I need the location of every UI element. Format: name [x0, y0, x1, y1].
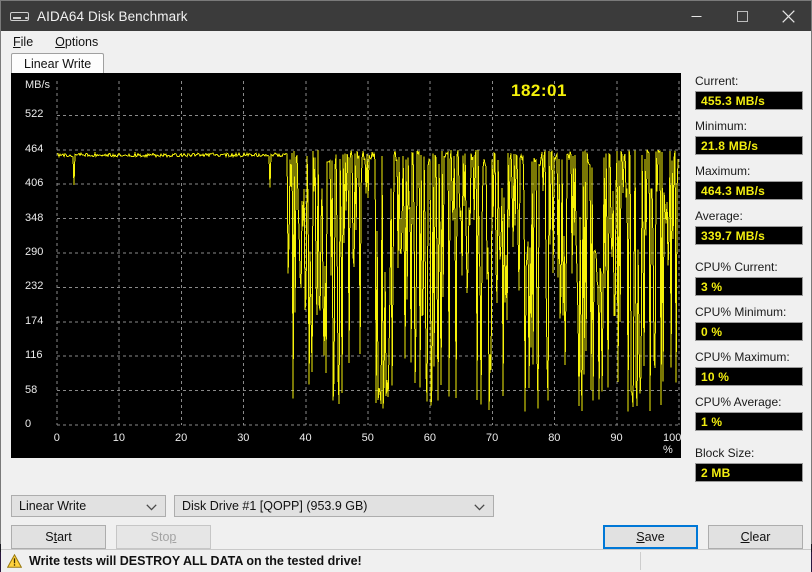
- menu-bar: File Options: [1, 31, 811, 53]
- stat-value-minimum: 21.8 MB/s: [695, 136, 803, 155]
- stat-value-text: 10 %: [701, 369, 730, 384]
- stat-value-cpu-current: 3 %: [695, 277, 803, 296]
- statistics-panel: Current: 455.3 MB/s Minimum: 21.8 MB/s Maxim…: [681, 73, 803, 491]
- save-label-accel: S: [636, 530, 645, 544]
- status-bar: Write tests will DESTROY ALL DATA on the…: [1, 549, 811, 572]
- window-title: AIDA64 Disk Benchmark: [37, 8, 188, 24]
- y-tick-label: 174: [25, 314, 44, 327]
- y-tick-label: 116: [25, 349, 43, 362]
- y-tick-label: 290: [25, 246, 44, 258]
- stat-value-current: 455.3 MB/s: [695, 91, 803, 110]
- disk-drive-dropdown[interactable]: Disk Drive #1 [QOPP] (953.9 GB): [174, 495, 494, 517]
- status-bar-divider: [640, 552, 641, 570]
- stat-label-average: Average:: [695, 209, 743, 223]
- stat-value-block-size: 2 MB: [695, 463, 803, 482]
- y-tick-label: 522: [25, 108, 44, 121]
- selectors-row: Linear Write Disk Drive #1 [QOPP] (953.9…: [11, 495, 803, 517]
- save-label-after: ave: [644, 530, 665, 544]
- stop-label-accel: p: [169, 530, 177, 544]
- stat-value-text: 0 %: [701, 324, 723, 339]
- test-type-value: Linear Write: [19, 499, 87, 513]
- maximize-button[interactable]: [719, 1, 765, 31]
- main-content-row: MB/s 182:01 0 58 116 174 232 290 348 406 464 522 …: [1, 73, 811, 491]
- menu-file-accel: F: [13, 35, 21, 49]
- tab-linear-write[interactable]: Linear Write: [11, 53, 105, 74]
- stat-label-maximum: Maximum:: [695, 164, 751, 178]
- x-tick-label: 0: [53, 432, 60, 444]
- stat-value-text: 455.3 MB/s: [701, 93, 766, 108]
- x-tick-label: 30: [237, 432, 250, 444]
- y-tick-label: 0: [25, 418, 32, 430]
- minimize-button[interactable]: [673, 1, 719, 31]
- stat-value-text: 3 %: [701, 279, 723, 294]
- y-tick-label: 232: [25, 280, 44, 293]
- stat-value-text: 339.7 MB/s: [701, 228, 766, 243]
- chart-y-axis-unit-label: MB/s: [25, 79, 51, 91]
- start-button[interactable]: St art: [11, 525, 106, 549]
- stop-button[interactable]: Sto p: [116, 525, 211, 549]
- stat-value-average: 339.7 MB/s: [695, 226, 803, 245]
- y-tick-label: 58: [25, 383, 38, 396]
- menu-options-accel: O: [55, 35, 65, 49]
- x-tick-label: 10: [112, 432, 126, 444]
- stat-value-text: 21.8 MB/s: [701, 138, 759, 153]
- chevron-down-icon: [146, 496, 157, 518]
- y-tick-label: 406: [25, 177, 44, 190]
- tab-strip: Linear Write: [11, 53, 811, 74]
- clear-label-accel: C: [740, 530, 750, 544]
- stat-value-cpu-average: 1 %: [695, 412, 803, 431]
- disk-drive-value: Disk Drive #1 [QOPP] (953.9 GB): [182, 499, 368, 513]
- stat-label-cpu-average: CPU% Average:: [695, 395, 782, 409]
- stat-label-cpu-current: CPU% Current:: [695, 260, 778, 274]
- x-tick-label: 70: [486, 432, 499, 444]
- stat-label-block-size: Block Size:: [695, 446, 755, 460]
- y-tick-label: 464: [25, 142, 44, 155]
- start-label-after: art: [57, 530, 72, 544]
- stat-value-maximum: 464.3 MB/s: [695, 181, 803, 200]
- menu-item-file[interactable]: File: [9, 33, 43, 51]
- stat-value-cpu-minimum: 0 %: [695, 322, 803, 341]
- clear-button[interactable]: Clear: [708, 525, 803, 549]
- stat-label-cpu-maximum: CPU% Maximum:: [695, 350, 790, 364]
- x-tick-label: 50: [361, 432, 374, 444]
- test-type-dropdown[interactable]: Linear Write: [11, 495, 166, 517]
- window-body: Linear Write MB/s 182:01 0 58 116 174 232 290…: [1, 53, 811, 572]
- x-tick-label: 90: [610, 432, 623, 444]
- save-button[interactable]: Save: [603, 525, 698, 549]
- disk-drive-icon: [10, 9, 30, 23]
- stat-value-text: 2 MB: [701, 465, 731, 480]
- stat-value-cpu-maximum: 10 %: [695, 367, 803, 386]
- menu-item-options[interactable]: Options: [51, 33, 108, 51]
- x-tick-label: 60: [423, 432, 437, 444]
- stat-label-current: Current:: [695, 74, 739, 88]
- aida64-disk-benchmark-window: AIDA64 Disk Benchmark File Options Linea…: [0, 0, 812, 572]
- chart-canvas: [11, 73, 681, 458]
- x-tick-label: 20: [175, 432, 188, 444]
- warning-triangle-icon: [6, 553, 23, 568]
- stat-label-cpu-minimum: CPU% Minimum:: [695, 305, 787, 319]
- clear-label-after: lear: [749, 530, 771, 544]
- x-tick-label: 40: [299, 432, 312, 444]
- stop-label-before: Sto: [150, 530, 170, 544]
- chevron-down-icon: [474, 496, 485, 518]
- menu-file-rest: ile: [20, 35, 34, 49]
- y-tick-label: 348: [25, 211, 44, 224]
- benchmark-chart: MB/s 182:01 0 58 116 174 232 290 348 406 464 522 …: [11, 73, 681, 458]
- close-button[interactable]: [765, 1, 811, 31]
- controls-area: Linear Write Disk Drive #1 [QOPP] (953.9…: [1, 491, 811, 549]
- stat-value-text: 1 %: [701, 414, 723, 429]
- stat-label-minimum: Minimum:: [695, 119, 748, 133]
- buttons-row: St art Sto p Save Clear: [11, 525, 803, 549]
- chart-elapsed-timer: 182:01: [511, 81, 567, 100]
- menu-options-rest: ptions: [64, 35, 99, 49]
- stat-value-text: 464.3 MB/s: [701, 183, 766, 198]
- x-tick-label: 100 %: [663, 432, 681, 456]
- title-bar[interactable]: AIDA64 Disk Benchmark: [1, 1, 811, 31]
- x-tick-label: 80: [548, 432, 561, 444]
- status-message: Write tests will DESTROY ALL DATA on the…: [29, 554, 362, 568]
- start-label-before: S: [45, 530, 54, 544]
